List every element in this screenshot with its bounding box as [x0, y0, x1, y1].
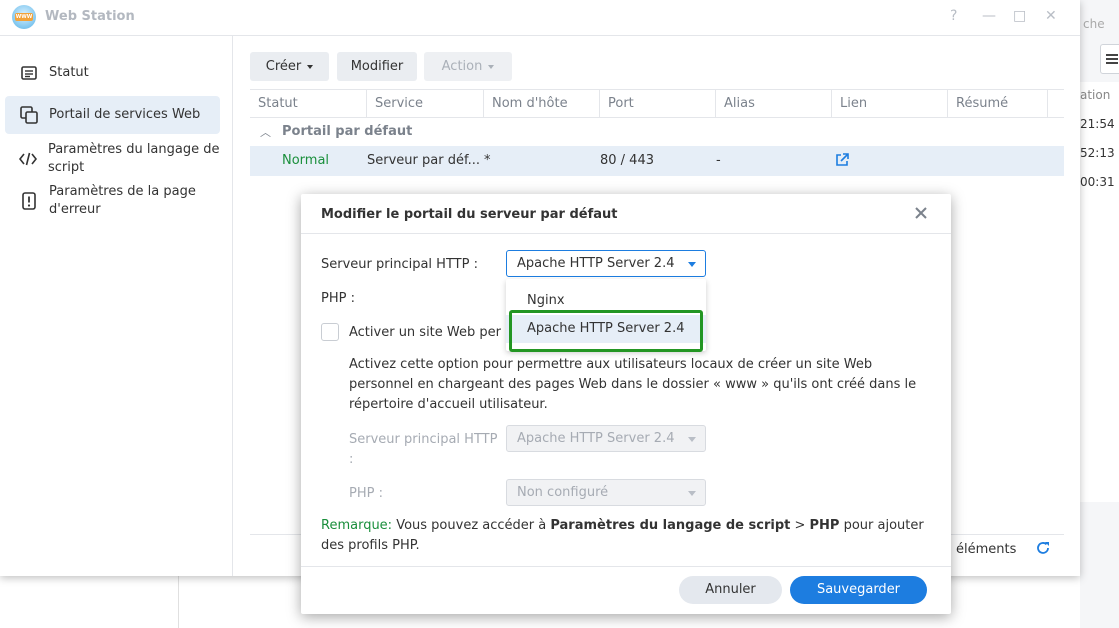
status-cell: Normal	[282, 153, 330, 168]
column-header-link[interactable]: Lien	[832, 90, 948, 118]
sidebar-item-label: Statut	[49, 65, 89, 80]
sub-php-select[interactable]: Non configuré	[506, 479, 706, 506]
sidebar-item-label: Paramètres du langage de script	[47, 142, 220, 175]
services-table: Statut Service Nom d'hôte Port Alias Lie…	[250, 89, 1064, 176]
close-icon[interactable]: ✕	[1045, 8, 1057, 24]
window-title: Web Station	[45, 9, 135, 24]
remark-link-script-language: Paramètres du langage de script	[550, 518, 791, 533]
action-button[interactable]: Action	[424, 52, 512, 81]
column-header-status[interactable]: Statut	[250, 90, 367, 118]
personal-website-label[interactable]: Activer un site Web per	[349, 325, 501, 340]
alias-cell: -	[716, 153, 721, 168]
sidebar: Statut Portail de services Web Paramètre…	[0, 36, 233, 576]
chevron-down-icon	[688, 437, 696, 442]
sidebar-item-status[interactable]: Statut	[5, 56, 220, 90]
port-cell: 80 / 443	[600, 153, 654, 168]
sidebar-item-script-language[interactable]: Paramètres du langage de script	[5, 140, 220, 178]
sub-php-value: Non configuré	[517, 485, 609, 500]
close-icon[interactable]	[915, 203, 927, 224]
chevron-down-icon	[307, 64, 314, 69]
table-row[interactable]: Normal Serveur par déf... * 80 / 443 -	[250, 146, 1064, 176]
background-time: 52:13	[1080, 146, 1115, 160]
portal-icon	[17, 106, 41, 124]
personal-website-description: Activez cette option pour permettre aux …	[349, 357, 917, 412]
sidebar-item-error-page[interactable]: Paramètres de la page d'erreur	[5, 182, 220, 220]
php-label: PHP :	[321, 291, 355, 306]
modify-button-label: Modifier	[350, 59, 404, 74]
external-link-icon[interactable]	[835, 153, 849, 171]
remark-text: Remarque: Vous pouvez accéder à Paramètr…	[321, 516, 933, 556]
sub-http-server-label-colon: :	[349, 452, 354, 467]
remark-link-php: PHP	[809, 518, 840, 533]
background-divider	[178, 576, 179, 628]
create-button[interactable]: Créer	[250, 52, 329, 81]
http-server-label: Serveur principal HTTP :	[321, 257, 478, 272]
background-column-header: ation	[1080, 88, 1111, 102]
column-header-alias[interactable]: Alias	[716, 90, 832, 118]
refresh-icon[interactable]	[1036, 540, 1050, 559]
dialog-divider	[301, 233, 951, 234]
help-icon[interactable]: ?	[950, 8, 957, 24]
background-time: 21:54	[1080, 117, 1115, 131]
modify-button[interactable]: Modifier	[337, 52, 417, 81]
service-cell: Serveur par déf...	[367, 153, 480, 168]
error-icon	[17, 192, 41, 210]
code-icon	[17, 152, 40, 166]
chevron-down-icon	[688, 262, 696, 267]
maximize-icon[interactable]: □	[1013, 8, 1026, 24]
dialog-title: Modifier le portail du serveur par défau…	[321, 207, 618, 222]
column-header-service[interactable]: Service	[367, 90, 484, 118]
minimize-icon[interactable]: —	[982, 8, 996, 24]
column-header-port[interactable]: Port	[600, 90, 716, 118]
save-button[interactable]: Sauvegarder	[790, 576, 927, 604]
chevron-down-icon	[488, 64, 495, 69]
create-button-label: Créer	[265, 59, 302, 74]
personal-website-checkbox[interactable]	[321, 323, 339, 341]
column-header-summary[interactable]: Résumé	[948, 90, 1048, 118]
background-time: 00:31	[1080, 175, 1115, 189]
column-header-hostname[interactable]: Nom d'hôte	[484, 90, 600, 118]
remark-text-part: Vous pouvez accéder à	[392, 518, 551, 533]
sub-php-label: PHP :	[349, 486, 383, 501]
highlight-box	[509, 310, 703, 352]
group-row[interactable]: ︿ Portail par défaut	[250, 118, 1064, 146]
cancel-button[interactable]: Annuler	[679, 576, 782, 604]
edit-default-portal-dialog: Modifier le portail du serveur par défau…	[301, 194, 951, 614]
background-table	[1080, 82, 1119, 502]
list-icon	[17, 66, 41, 80]
item-count: éléments	[956, 542, 1017, 557]
sub-http-server-value: Apache HTTP Server 2.4	[517, 431, 675, 446]
background-menu-icon[interactable]	[1100, 44, 1119, 74]
http-server-value: Apache HTTP Server 2.4	[517, 256, 675, 271]
remark-prefix: Remarque:	[321, 518, 393, 533]
chevron-up-icon[interactable]: ︿	[260, 124, 271, 140]
dialog-footer-divider	[301, 566, 951, 567]
background-search-hint: che	[1083, 17, 1105, 31]
remark-text-part: >	[790, 518, 810, 533]
sub-http-server-select[interactable]: Apache HTTP Server 2.4	[506, 425, 706, 452]
hostname-cell: *	[484, 153, 491, 168]
action-button-label: Action	[441, 59, 483, 74]
sidebar-item-label: Portail de services Web	[49, 107, 201, 122]
web-station-app-icon: WWW	[12, 5, 36, 29]
sidebar-item-web-portal[interactable]: Portail de services Web	[5, 96, 220, 134]
chevron-down-icon	[688, 491, 696, 496]
group-label: Portail par défaut	[282, 124, 413, 139]
http-server-select[interactable]: Apache HTTP Server 2.4	[506, 250, 706, 277]
table-header: Statut Service Nom d'hôte Port Alias Lie…	[250, 89, 1064, 118]
sub-http-server-label: Serveur principal HTTP	[349, 432, 498, 447]
sidebar-item-label: Paramètres de la page d'erreur	[49, 184, 196, 217]
title-bar: WWW Web Station ? — □ ✕	[0, 0, 1080, 36]
